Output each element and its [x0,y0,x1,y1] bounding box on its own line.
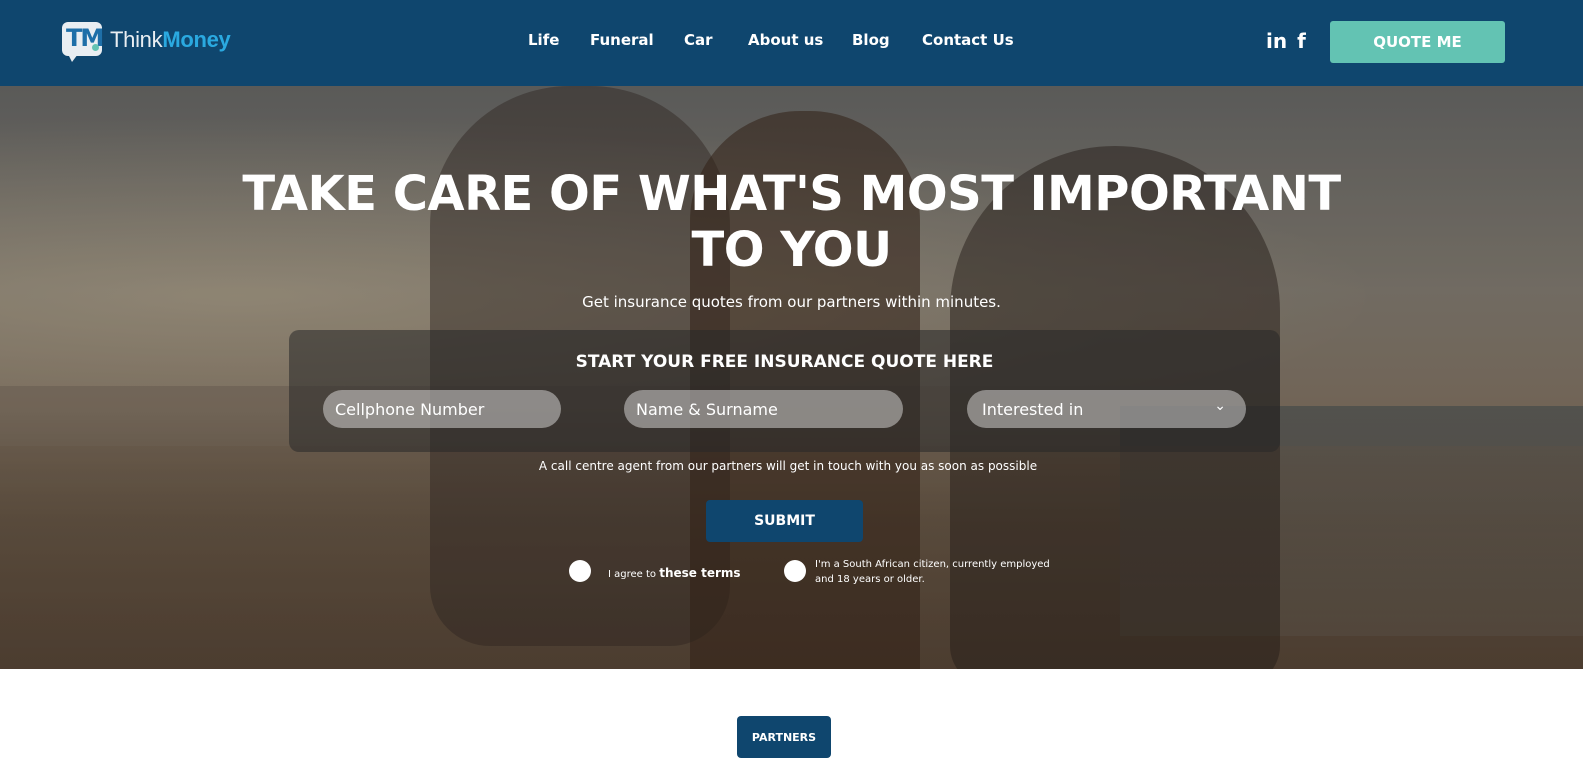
nav-funeral[interactable]: Funeral [590,31,654,49]
terms-checkbox[interactable] [569,560,591,582]
hero-title: TAKE CARE OF WHAT'S MOST IMPORTANT TO YO… [242,166,1341,278]
top-navigation-bar: TM ThinkMoney Life Funeral Car About us … [0,0,1583,86]
quote-me-button[interactable]: QUOTE ME [1330,21,1505,63]
linkedin-icon[interactable]: in [1266,30,1287,52]
terms-link[interactable]: these terms [659,566,740,580]
citizen-label: I'm a South African citizen, currently e… [815,559,1050,585]
cellphone-input[interactable] [335,399,549,419]
quote-form-panel: START YOUR FREE INSURANCE QUOTE HERE Int… [289,330,1280,452]
interested-in-select[interactable]: Interested in ⌄ [967,390,1246,428]
nav-about-us[interactable]: About us [748,31,823,49]
nav-car[interactable]: Car [684,31,713,49]
terms-label: I agree to these terms [608,566,741,580]
chevron-down-icon: ⌄ [1214,398,1226,414]
submit-button[interactable]: SUBMIT [706,500,863,542]
nav-life[interactable]: Life [528,31,559,49]
name-surname-field[interactable] [624,390,903,428]
hero-subtitle: Get insurance quotes from our partners w… [582,293,1001,311]
nav-contact-us[interactable]: Contact Us [922,31,1014,49]
call-centre-note: A call centre agent from our partners wi… [538,459,1038,473]
cellphone-field[interactable] [323,390,561,428]
social-links: in f [1266,30,1306,52]
partners-button[interactable]: PARTNERS [737,716,831,758]
facebook-icon[interactable]: f [1297,30,1306,52]
quote-form-title: START YOUR FREE INSURANCE QUOTE HERE [575,352,994,372]
hero-section: TAKE CARE OF WHAT'S MOST IMPORTANT TO YO… [0,86,1583,669]
citizen-checkbox[interactable] [784,560,806,582]
nav-blog[interactable]: Blog [852,31,890,49]
name-surname-input[interactable] [636,399,891,419]
interested-in-value: Interested in [982,399,1084,419]
